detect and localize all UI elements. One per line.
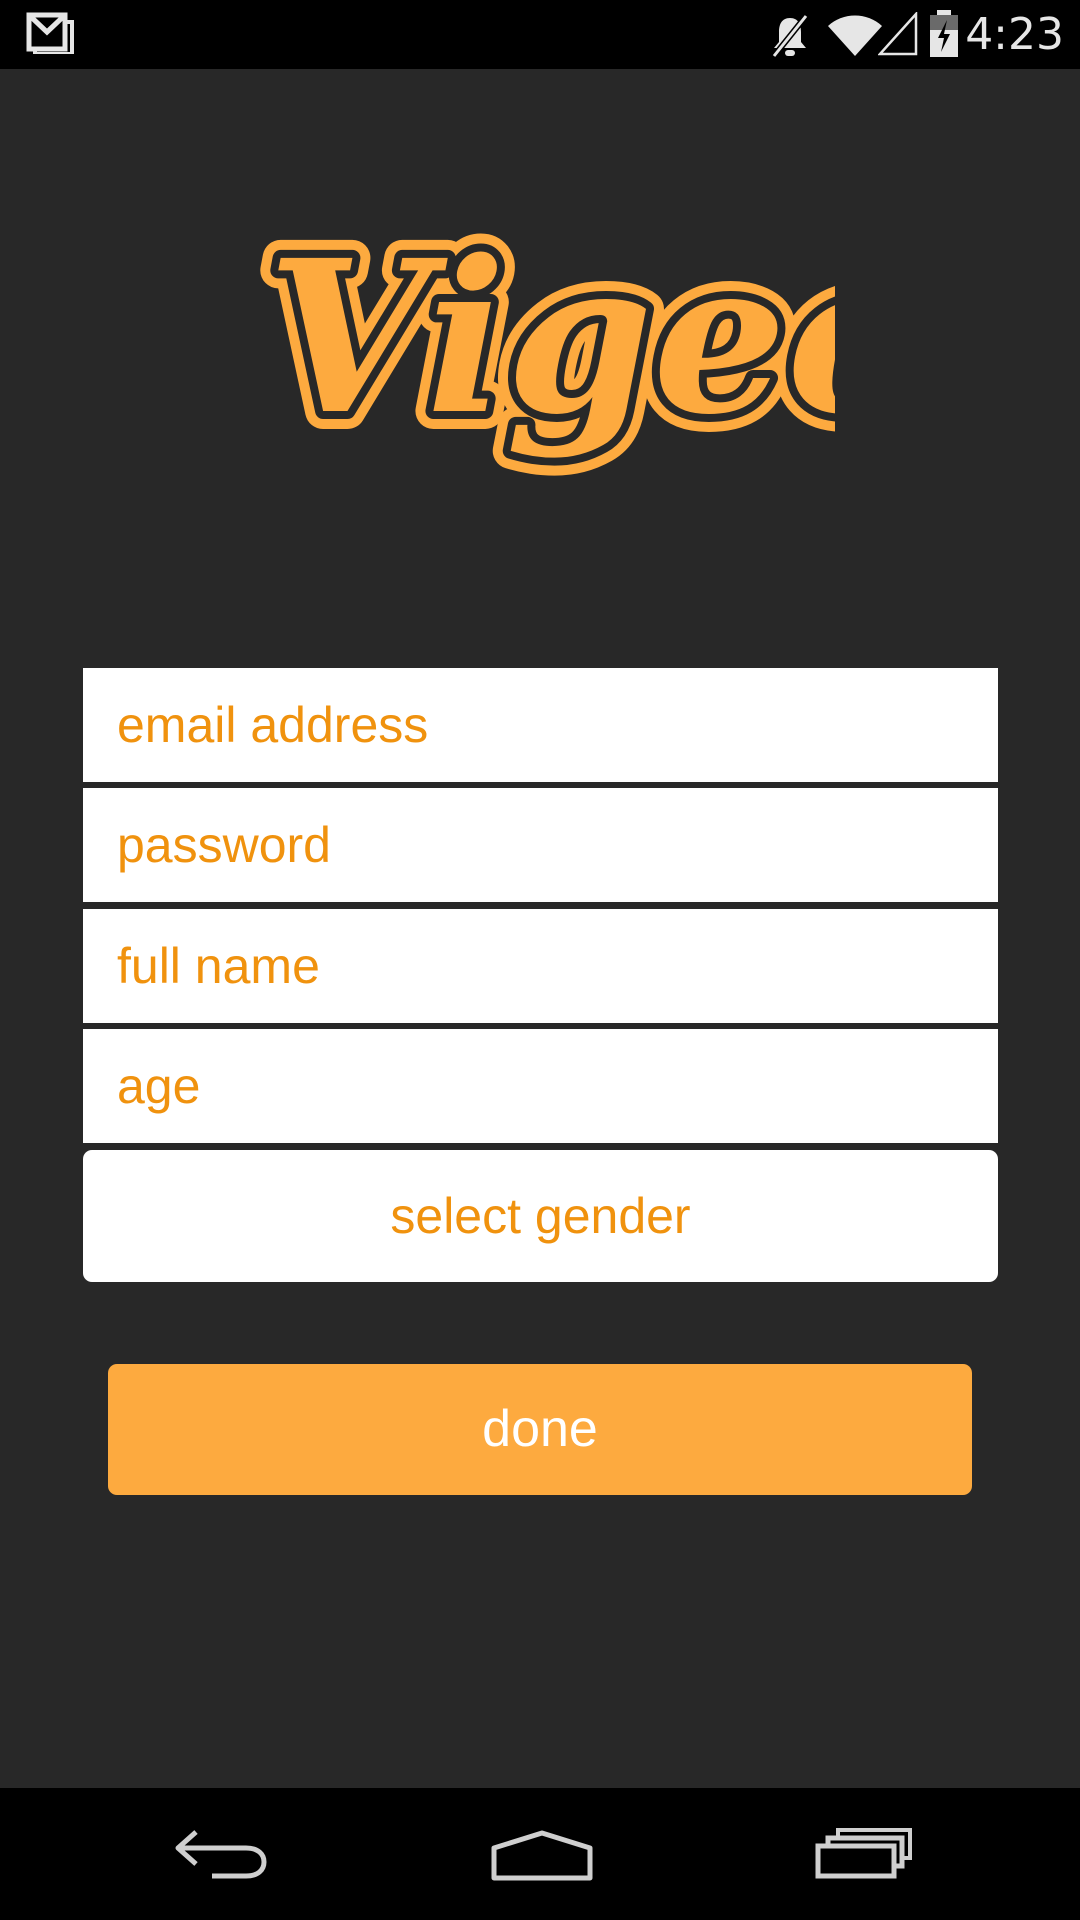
mute-icon [771, 14, 809, 58]
signal-icon [878, 12, 918, 56]
done-button[interactable]: done [108, 1364, 972, 1495]
email-field-container [83, 668, 998, 782]
age-field-container [83, 1029, 998, 1143]
age-field[interactable] [83, 1029, 998, 1143]
status-time: 4:23 [965, 9, 1064, 60]
back-button[interactable] [120, 1788, 320, 1920]
full-name-field-container [83, 909, 998, 1023]
back-icon [175, 1830, 267, 1879]
home-icon [491, 1830, 593, 1881]
vigeo-logo: Vigeo Vigeo Vigeo [249, 206, 835, 479]
register-screen: 4:23 Vigeo Vigeo Vigeo select gender don… [0, 0, 1080, 1920]
password-field-container [83, 788, 998, 902]
recent-apps-icon [815, 1828, 912, 1879]
svg-text:Vigeo: Vigeo [267, 214, 835, 461]
status-bar: 4:23 [0, 0, 1080, 69]
select-gender-button[interactable]: select gender [83, 1150, 998, 1282]
gmail-icon [26, 12, 74, 54]
home-button[interactable] [440, 1788, 640, 1920]
email-field[interactable] [83, 668, 998, 782]
wifi-icon [828, 15, 882, 56]
navigation-bar [0, 1788, 1080, 1920]
battery-icon [930, 10, 958, 57]
password-field[interactable] [83, 788, 998, 902]
recent-apps-button[interactable] [762, 1788, 962, 1920]
full-name-field[interactable] [83, 909, 998, 1023]
